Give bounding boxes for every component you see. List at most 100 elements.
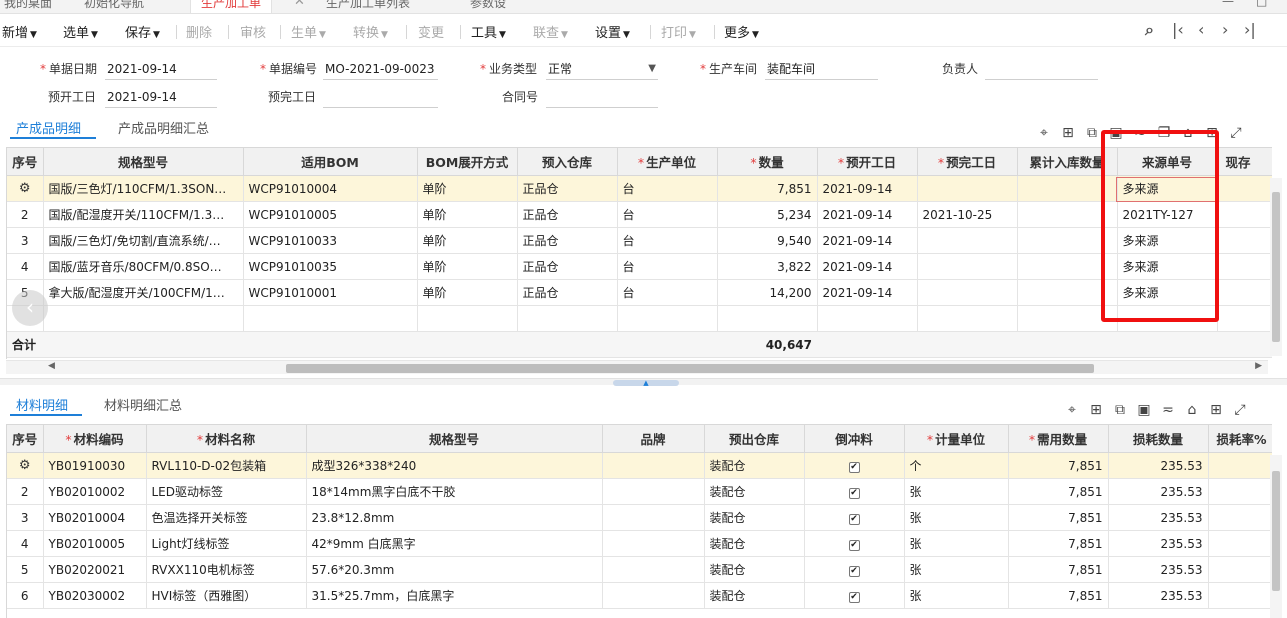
col-header[interactable]: 规格型号 [306, 424, 603, 453]
empty-cell[interactable] [817, 305, 918, 332]
spec-cell[interactable]: 23.8*12.8mm [306, 504, 603, 531]
source-no-cell[interactable]: 多来源 [1117, 279, 1218, 306]
col-header[interactable]: * 材料编码 [43, 424, 147, 453]
table-row[interactable]: 2 YB02010002 LED驱动标签 18*14mm黑字白底不干胶 装配仓 ✔ 张 7,8… [7, 478, 1272, 505]
unit-cell[interactable]: 台 [617, 253, 718, 280]
warehouse-cell[interactable]: 正品仓 [517, 201, 618, 228]
bom-expand-cell[interactable]: 单阶 [417, 279, 518, 306]
bom-expand-cell[interactable]: 单阶 [417, 201, 518, 228]
row-number-cell[interactable]: 2 [7, 478, 44, 505]
source-no-cell[interactable]: 多来源 [1117, 175, 1218, 202]
maximize-icon[interactable]: □ [1256, 0, 1267, 8]
filter-icon[interactable]: ≂ [1156, 402, 1180, 418]
toolbar-settings-button[interactable]: 设置 ▼ [595, 22, 630, 41]
quantity-cell[interactable]: 7,851 [717, 175, 818, 202]
spec-cell[interactable]: 57.6*20.3mm [306, 556, 603, 583]
grid-settings-icon[interactable]: ⊞ [1204, 402, 1228, 418]
warehouse-cell[interactable]: 装配仓 [704, 556, 805, 583]
spec-cell[interactable]: 成型326*338*240 [306, 452, 603, 479]
need-qty-cell[interactable]: 7,851 [1008, 452, 1109, 479]
cumulative-in-cell[interactable] [1017, 175, 1118, 202]
unit-cell[interactable]: 台 [617, 279, 718, 306]
cumulative-in-cell[interactable] [1017, 253, 1118, 280]
empty-cell[interactable] [517, 305, 618, 332]
material-code-cell[interactable]: YB02010002 [43, 478, 147, 505]
unit-cell[interactable]: 张 [904, 582, 1009, 609]
scroll-right-arrow-icon[interactable]: ▶ [1255, 361, 1262, 371]
stock-cell[interactable] [1217, 175, 1272, 202]
quantity-cell[interactable]: 5,234 [717, 201, 818, 228]
tab-init-nav[interactable]: 初始化导航 [84, 0, 144, 11]
toolbar-lookup-button[interactable]: 联查 ▼ [533, 22, 568, 41]
empty-cell[interactable] [243, 305, 418, 332]
loss-qty-cell[interactable]: 235.53 [1108, 530, 1209, 557]
empty-cell[interactable] [417, 305, 518, 332]
material-code-cell[interactable]: YB01910030 [43, 452, 147, 479]
stock-cell[interactable] [1217, 201, 1272, 228]
doc-no-field[interactable]: MO-2021-09-0023 [323, 60, 438, 80]
chevron-up-icon[interactable]: ▲ [613, 380, 679, 387]
toolbar-new-button[interactable]: 新增 ▼ [2, 22, 37, 41]
loss-qty-cell[interactable]: 235.53 [1108, 452, 1209, 479]
toolbar-delete-button[interactable]: 删除 [186, 22, 212, 41]
scroll-left-arrow-icon[interactable]: ◀ [48, 361, 55, 371]
toolbar-save-button[interactable]: 保存 ▼ [125, 22, 160, 41]
empty-cell[interactable] [1017, 305, 1118, 332]
material-name-cell[interactable]: LED驱动标签 [146, 478, 307, 505]
plan-end-cell[interactable] [917, 175, 1018, 202]
copy-icon[interactable]: ⧉ [1108, 402, 1132, 418]
empty-cell[interactable] [717, 305, 818, 332]
home-icon[interactable]: ⌂ [1180, 402, 1204, 418]
backflush-cell[interactable]: ✔ [804, 530, 905, 557]
stock-cell[interactable] [1217, 227, 1272, 254]
toolbar-change-button[interactable]: 变更 [418, 22, 444, 41]
col-header[interactable]: 损耗率% [1208, 424, 1272, 453]
plan-end-cell[interactable] [917, 253, 1018, 280]
material-vertical-scrollbar[interactable] [1270, 455, 1282, 618]
spec-cell[interactable]: 拿大版/配湿度开关/100CFM/1… [43, 279, 244, 306]
row-number-cell[interactable]: 4 [7, 530, 44, 557]
loss-qty-cell[interactable]: 235.53 [1108, 582, 1209, 609]
empty-cell[interactable] [617, 305, 718, 332]
tab-production-order[interactable]: 生产加工单 [190, 0, 273, 13]
close-tab-icon[interactable]: ✕ [294, 0, 305, 9]
warehouse-cell[interactable]: 正品仓 [517, 175, 618, 202]
unit-cell[interactable]: 台 [617, 201, 718, 228]
backflush-checkbox[interactable]: ✔ [848, 540, 860, 551]
next-record-icon[interactable]: › [1222, 20, 1228, 39]
search-doc-icon[interactable]: ⌕ [1145, 20, 1154, 40]
brand-cell[interactable] [602, 582, 705, 609]
paste-icon[interactable]: ▣ [1104, 125, 1128, 141]
warehouse-cell[interactable]: 正品仓 [517, 227, 618, 254]
backflush-cell[interactable]: ✔ [804, 582, 905, 609]
prev-record-icon[interactable]: ‹ [1198, 20, 1204, 39]
plan-start-field[interactable]: 2021-09-14 [105, 88, 217, 108]
spec-cell[interactable]: 42*9mm 白底黑字 [306, 530, 603, 557]
collapse-left-button[interactable]: ‹ [12, 290, 48, 326]
col-header[interactable]: 预出仓库 [704, 424, 805, 453]
contract-field[interactable] [546, 88, 658, 108]
unit-cell[interactable]: 个 [904, 452, 1009, 479]
product-vertical-scrollbar[interactable] [1270, 178, 1282, 356]
plan-start-cell[interactable]: 2021-09-14 [817, 253, 918, 280]
empty-cell[interactable] [1217, 305, 1272, 332]
bom-cell[interactable]: WCP91010033 [243, 227, 418, 254]
bom-cell[interactable]: WCP91010004 [243, 175, 418, 202]
unit-cell[interactable]: 张 [904, 504, 1009, 531]
backflush-cell[interactable]: ✔ [804, 452, 905, 479]
scroll-thumb[interactable] [1272, 192, 1280, 342]
tab-product-detail[interactable]: 产成品明细 [16, 118, 81, 137]
loss-rate-cell[interactable]: 3 [1208, 556, 1272, 583]
unit-cell[interactable]: 张 [904, 478, 1009, 505]
row-number-cell[interactable]: ⚙ [7, 452, 44, 479]
fullscreen-icon[interactable]: ⤢ [1224, 125, 1248, 141]
col-header[interactable]: * 计量单位 [904, 424, 1009, 453]
warehouse-cell[interactable]: 装配仓 [704, 452, 805, 479]
material-name-cell[interactable]: RVL110-D-02包装箱 [146, 452, 307, 479]
duplicate-icon[interactable]: ❐ [1152, 125, 1176, 141]
row-settings-icon[interactable]: ⚙ [19, 181, 31, 196]
tab-material-summary[interactable]: 材料明细汇总 [104, 395, 182, 414]
brand-cell[interactable] [602, 556, 705, 583]
scroll-thumb[interactable] [286, 364, 1094, 373]
empty-cell[interactable] [917, 305, 1018, 332]
